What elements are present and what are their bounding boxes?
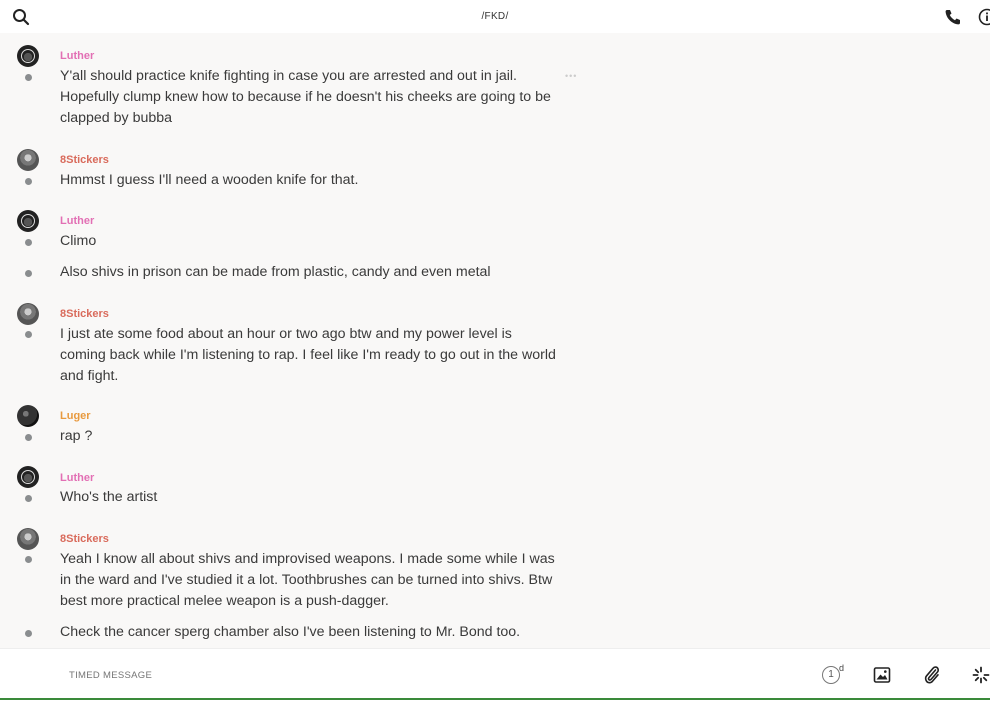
message-text: Check the cancer sperg chamber also I've… [60, 622, 560, 643]
timer-icon[interactable]: 1 [822, 666, 840, 684]
composer-bar: 1 d [0, 648, 990, 701]
message-options-icon[interactable]: ••• [565, 71, 609, 81]
message-text: Y'all should practice knife fighting in … [60, 66, 560, 129]
message-text: Who's the artist [60, 487, 560, 508]
message-text: I just ate some food about an hour or tw… [60, 324, 560, 387]
message-status-dot [25, 239, 32, 246]
sender-name[interactable]: 8Stickers [60, 308, 109, 320]
message-status-dot [25, 495, 32, 502]
sender-name[interactable]: 8Stickers [60, 533, 109, 545]
message-status-dot [25, 556, 32, 563]
sender-name[interactable]: Luther [60, 472, 94, 484]
message-status-dot [25, 270, 32, 277]
message-status-dot [25, 74, 32, 81]
sender-name[interactable]: Luger [60, 410, 91, 422]
image-icon[interactable] [873, 666, 891, 684]
sender-name[interactable]: 8Stickers [60, 154, 109, 166]
message-status-dot [25, 178, 32, 185]
sender-name[interactable]: Luther [60, 215, 94, 227]
message-text: Hmmst I guess I'll need a wooden knife f… [60, 170, 560, 191]
avatar[interactable] [17, 466, 39, 488]
message-status-dot [25, 630, 32, 637]
message-status-dot [25, 434, 32, 441]
message-text: Yeah I know all about shivs and improvis… [60, 549, 560, 612]
avatar[interactable] [17, 405, 39, 427]
conversation-title: /FKD/ [0, 11, 990, 22]
info-icon[interactable] [978, 8, 990, 26]
message-list[interactable]: Luther Y'all should practice knife fight… [0, 33, 990, 648]
message-text: Climo [60, 231, 560, 252]
avatar[interactable] [17, 528, 39, 550]
paperclip-icon[interactable] [923, 665, 941, 685]
avatar[interactable] [17, 303, 39, 325]
avatar[interactable] [17, 149, 39, 171]
timer-unit-label: d [839, 663, 844, 673]
message-text: rap ? [60, 426, 560, 447]
phone-icon[interactable] [944, 8, 962, 26]
avatar[interactable] [17, 45, 39, 67]
sender-name[interactable]: Luther [60, 50, 94, 62]
message-text: Also shivs in prison can be made from pl… [60, 262, 560, 283]
avatar[interactable] [17, 210, 39, 232]
message-status-dot [25, 331, 32, 338]
top-bar: /FKD/ [0, 0, 990, 33]
message-input[interactable] [67, 669, 671, 682]
sparkle-icon[interactable] [972, 666, 990, 684]
